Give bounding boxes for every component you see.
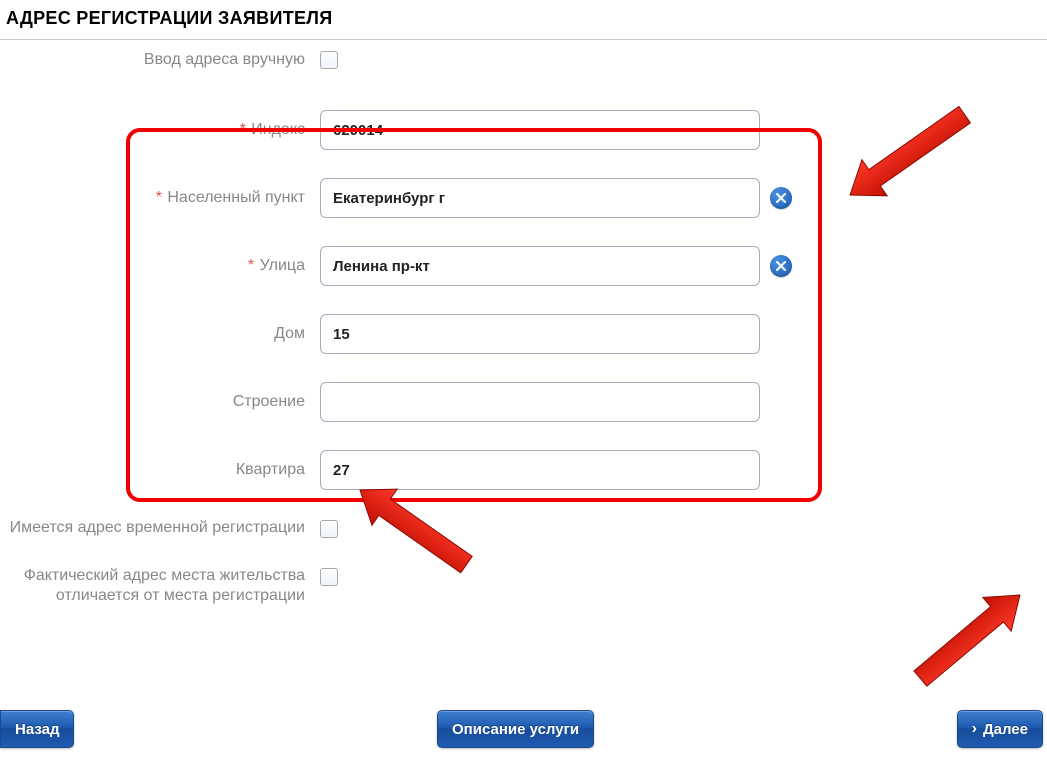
page-header: АДРЕС РЕГИСТРАЦИИ ЗАЯВИТЕЛЯ: [0, 0, 1047, 40]
next-button[interactable]: › Далее: [957, 710, 1043, 748]
form-area: Ввод адреса вручную * Индекс * Населенны…: [0, 40, 1047, 606]
label-house: Дом: [0, 324, 320, 344]
checkbox-manual-entry[interactable]: [320, 51, 338, 69]
label-manual-entry: Ввод адреса вручную: [0, 50, 320, 70]
label-actual-address: Фактический адрес места жительства отлич…: [0, 566, 320, 606]
input-flat[interactable]: [320, 450, 760, 490]
input-street[interactable]: [320, 246, 760, 286]
chevron-right-icon: ›: [972, 720, 977, 738]
label-index: * Индекс: [0, 120, 320, 140]
label-locality: * Населенный пункт: [0, 188, 320, 208]
checkbox-actual-address[interactable]: [320, 568, 338, 586]
label-building: Строение: [0, 392, 320, 412]
row-manual-entry: Ввод адреса вручную: [0, 50, 1047, 70]
clear-street-button[interactable]: [770, 255, 792, 277]
row-house: Дом: [0, 314, 1047, 354]
buttons-row: Назад Описание услуги › Далее: [0, 710, 1047, 748]
row-street: * Улица: [0, 246, 1047, 286]
page-title: АДРЕС РЕГИСТРАЦИИ ЗАЯВИТЕЛЯ: [6, 8, 1041, 29]
clear-locality-button[interactable]: [770, 187, 792, 209]
label-street: * Улица: [0, 256, 320, 276]
row-index: * Индекс: [0, 110, 1047, 150]
row-locality: * Населенный пункт: [0, 178, 1047, 218]
label-flat: Квартира: [0, 460, 320, 480]
checkbox-temp-registration[interactable]: [320, 520, 338, 538]
close-icon: [776, 193, 786, 203]
description-button[interactable]: Описание услуги: [437, 710, 594, 748]
back-button[interactable]: Назад: [0, 710, 74, 748]
row-building: Строение: [0, 382, 1047, 422]
close-icon: [776, 261, 786, 271]
row-flat: Квартира: [0, 450, 1047, 490]
input-house[interactable]: [320, 314, 760, 354]
row-actual-address: Фактический адрес места жительства отлич…: [0, 566, 1047, 606]
input-building[interactable]: [320, 382, 760, 422]
label-temp-registration: Имеется адрес временной регистрации: [0, 518, 320, 538]
input-locality[interactable]: [320, 178, 760, 218]
input-index[interactable]: [320, 110, 760, 150]
row-temp-registration: Имеется адрес временной регистрации: [0, 518, 1047, 538]
